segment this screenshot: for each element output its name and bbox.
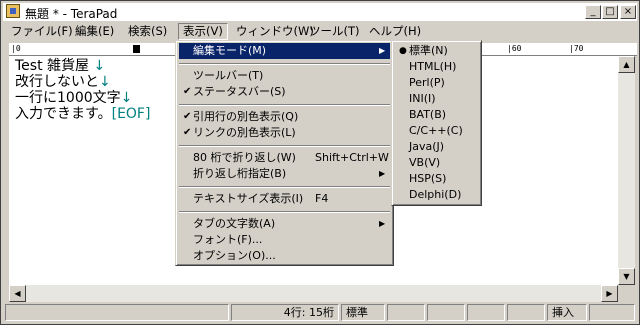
edit-mode-submenu: ● 標準(N) HTML(H) Perl(P) INI(I) BAT(B) C/…	[391, 40, 482, 206]
scroll-left-button[interactable]: ◀	[9, 285, 26, 302]
mode-item-delphi[interactable]: Delphi(D)	[395, 187, 478, 203]
ruler-cursor-marker	[133, 45, 140, 53]
menu-item-font[interactable]: フォント(F)...	[179, 232, 390, 248]
scroll-right-button[interactable]: ▶	[601, 285, 618, 302]
status-pane-empty	[507, 304, 545, 321]
status-bar: 4行: 15桁 標準 挿入	[3, 303, 637, 323]
eof-mark: [EOF]	[111, 106, 151, 122]
scroll-up-button[interactable]: ▲	[618, 56, 635, 73]
view-menu-dropdown: 編集モード(M) ▶ ツールバー(T) ✔ ステータスバー(S) ✔ 引用行の別…	[175, 40, 394, 266]
editor-line: Test 雑貨屋 ↓	[15, 58, 106, 74]
ruler-mark: |60	[507, 44, 522, 53]
menu-item-options[interactable]: オプション(O)...	[179, 248, 390, 264]
status-pane-empty	[589, 304, 635, 321]
menu-item-wrap-column[interactable]: 折り返し桁指定(B) ▶	[179, 166, 390, 182]
menu-edit[interactable]: 編集(E)	[71, 24, 118, 39]
menu-tools[interactable]: ツール(T)	[305, 24, 364, 39]
menu-item-toolbar[interactable]: ツールバー(T)	[179, 68, 390, 84]
menu-item-link-color[interactable]: ✔ リンクの別色表示(L)	[179, 125, 390, 141]
editor-line: 入力できます。[EOF]	[15, 106, 151, 122]
scrollbar-corner	[618, 285, 635, 302]
title-bar[interactable]: 無題 * - TeraPad _ □ ×	[3, 3, 637, 21]
app-icon[interactable]	[6, 4, 20, 18]
status-pane-empty	[427, 304, 465, 321]
cursor-position: 4行: 15桁	[231, 304, 339, 321]
submenu-arrow-icon: ▶	[379, 169, 386, 178]
menu-file[interactable]: ファイル(F)	[7, 24, 77, 39]
mode-item-ini[interactable]: INI(I)	[395, 91, 478, 107]
mode-item-hsp[interactable]: HSP(S)	[395, 171, 478, 187]
mode-item-bat[interactable]: BAT(B)	[395, 107, 478, 123]
status-pane-empty	[387, 304, 425, 321]
menu-search[interactable]: 検索(S)	[124, 24, 171, 39]
status-pane-empty	[467, 304, 505, 321]
check-icon: ✔	[183, 111, 192, 122]
menu-item-tab-width[interactable]: タブの文字数(A) ▶	[179, 216, 390, 232]
newline-mark: ↓	[93, 58, 106, 74]
radio-dot-icon: ●	[399, 46, 407, 56]
minimize-button[interactable]: _	[585, 5, 601, 19]
menu-separator	[179, 145, 390, 147]
shortcut-label: F4	[315, 192, 329, 205]
mode-item-java[interactable]: Java(J)	[395, 139, 478, 155]
menu-bar: ファイル(F) 編集(E) 検索(S) 表示(V) ウィンドウ(W) ツール(T…	[3, 22, 637, 41]
maximize-button[interactable]: □	[602, 5, 618, 19]
menu-view[interactable]: 表示(V)	[178, 23, 228, 40]
menu-separator	[179, 211, 390, 213]
mode-item-perl[interactable]: Perl(P)	[395, 75, 478, 91]
menu-separator	[179, 104, 390, 106]
close-button[interactable]: ×	[620, 5, 636, 19]
submenu-arrow-icon: ▶	[379, 219, 386, 228]
menu-separator	[179, 63, 390, 65]
newline-mark: ↓	[99, 74, 111, 90]
ruler-mark: |0	[11, 44, 21, 53]
scroll-down-button[interactable]: ▼	[618, 268, 635, 285]
editor-line: 改行しないと↓	[15, 74, 111, 90]
newline-mark: ↓	[120, 90, 133, 106]
menu-item-wrap-80[interactable]: 80 桁で折り返し(W) Shift+Ctrl+W	[179, 150, 390, 166]
menu-item-text-size[interactable]: テキストサイズ表示(I) F4	[179, 191, 390, 207]
editor-line: 一行に1000文字↓	[15, 90, 133, 106]
mode-item-standard[interactable]: ● 標準(N)	[395, 43, 478, 59]
menu-item-statusbar[interactable]: ✔ ステータスバー(S)	[179, 84, 390, 100]
mode-item-html[interactable]: HTML(H)	[395, 59, 478, 75]
horizontal-scrollbar[interactable]: ◀ ▶	[9, 285, 618, 302]
check-icon: ✔	[183, 127, 192, 138]
ruler-mark: |70	[569, 44, 584, 53]
submenu-arrow-icon: ▶	[379, 46, 386, 55]
vertical-scrollbar[interactable]: ▲ ▼	[618, 56, 635, 285]
mode-item-vb[interactable]: VB(V)	[395, 155, 478, 171]
mode-item-cpp[interactable]: C/C++(C)	[395, 123, 478, 139]
shortcut-label: Shift+Ctrl+W	[315, 151, 389, 164]
insert-mode-status: 挿入	[547, 304, 587, 321]
status-pane-empty	[5, 304, 229, 321]
window-title: 無題 * - TeraPad	[25, 7, 118, 21]
menu-separator	[179, 186, 390, 188]
menu-item-quote-color[interactable]: ✔ 引用行の別色表示(Q)	[179, 109, 390, 125]
edit-mode-status: 標準	[341, 304, 385, 321]
menu-help[interactable]: ヘルプ(H)	[365, 24, 425, 39]
menu-item-edit-mode[interactable]: 編集モード(M) ▶	[179, 43, 390, 59]
check-icon: ✔	[183, 86, 192, 97]
